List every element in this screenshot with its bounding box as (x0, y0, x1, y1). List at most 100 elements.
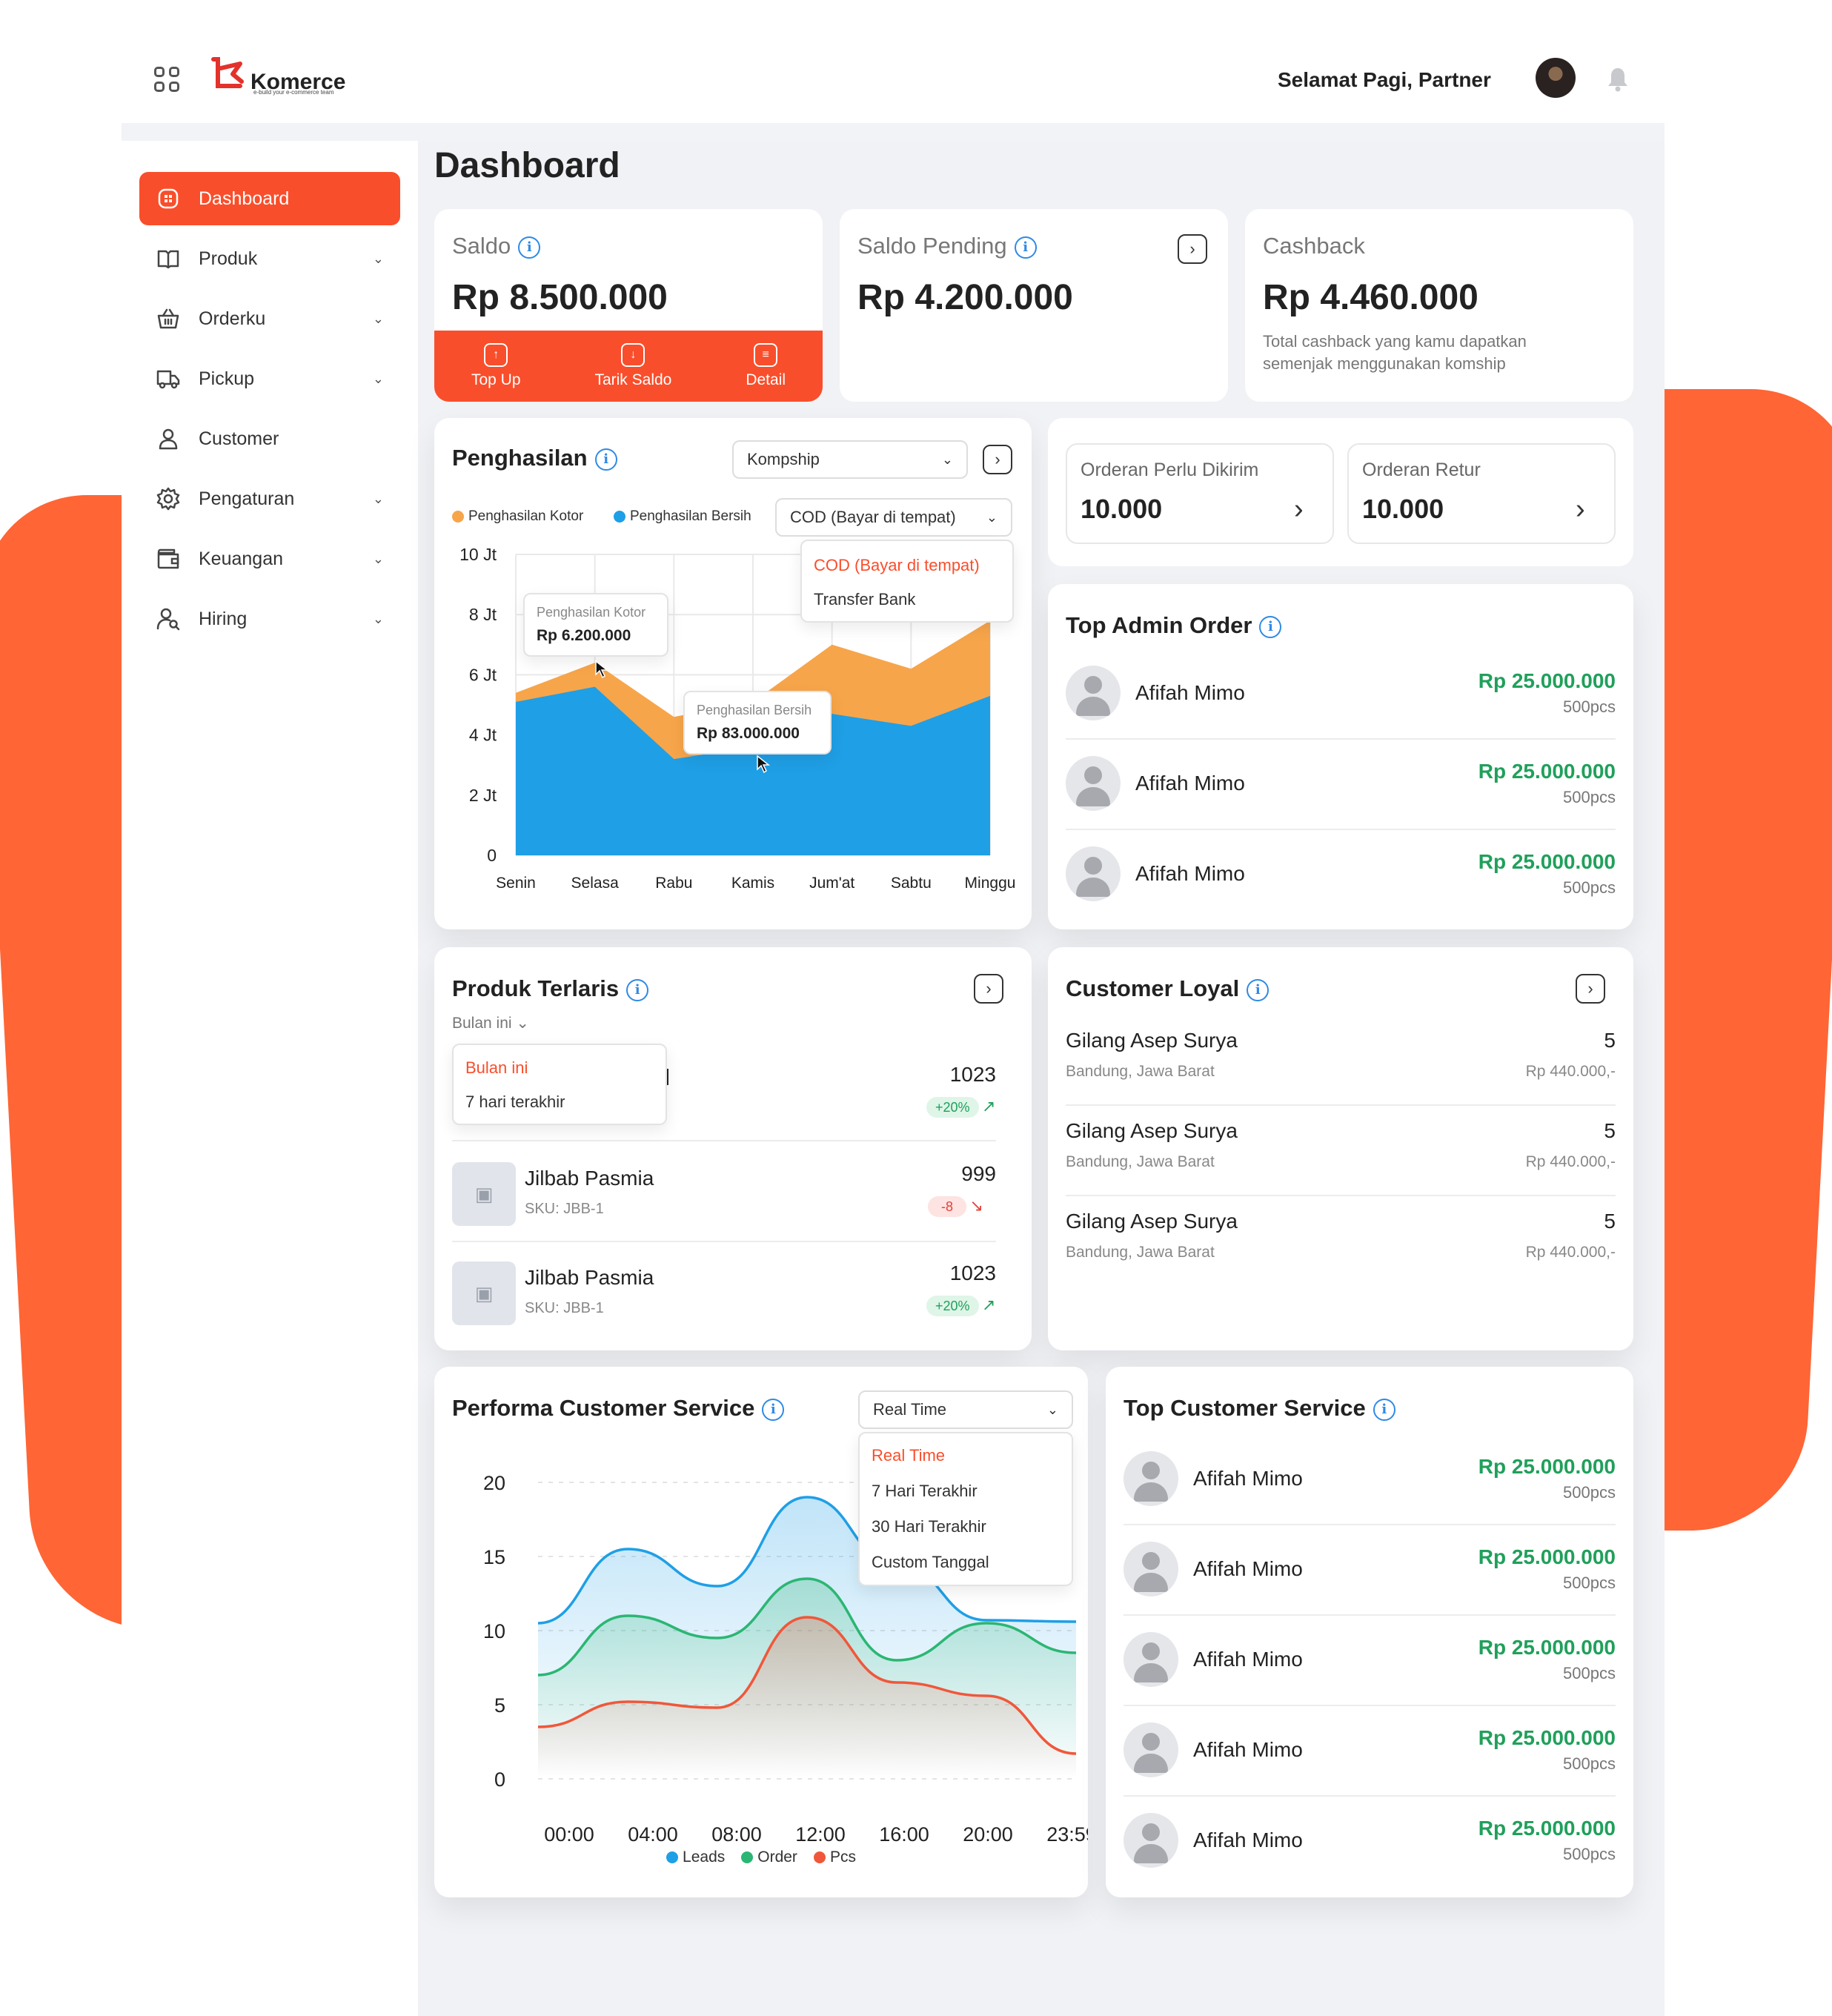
sidebar-item-label: Produk (199, 248, 258, 269)
brand-logo[interactable]: Komerce e-build your e-commerce team (210, 56, 345, 96)
y-tick-label: 8 Jt (469, 605, 497, 624)
basket-icon (156, 306, 181, 331)
person-name: Afifah Mimo (1193, 1738, 1303, 1761)
chevron-right-icon[interactable]: › (1178, 234, 1207, 264)
sidebar-item-dashboard[interactable]: Dashboard (139, 172, 400, 225)
list-item[interactable]: Afifah Mimo Rp 25.000.000 500pcs (1066, 840, 1616, 907)
list-item[interactable]: Afifah Mimo Rp 25.000.000 500pcs (1124, 1445, 1616, 1512)
user-avatar[interactable] (1536, 58, 1576, 98)
info-icon[interactable]: i (1259, 615, 1282, 638)
y-tick-label: 2 Jt (469, 786, 497, 805)
list-item[interactable]: Afifah Mimo Rp 25.000.000 500pcs (1124, 1536, 1616, 1602)
sidebar-item-pickup[interactable]: Pickup ⌄ (139, 352, 400, 405)
top-cs-title: Top Customer Service (1124, 1395, 1366, 1421)
option-bulan-ini[interactable]: Bulan ini (454, 1051, 666, 1085)
option-7-hari[interactable]: 7 Hari Terakhir (860, 1473, 1072, 1509)
info-icon[interactable]: i (762, 1398, 785, 1421)
list-item[interactable]: Afifah Mimo Rp 25.000.000 500pcs (1066, 660, 1616, 726)
product-change: -8 ↘ (928, 1196, 983, 1217)
divider (1124, 1705, 1616, 1706)
person-amount: Rp 25.000.000 (1478, 1636, 1616, 1659)
tooltip-label: Penghasilan Bersih (697, 703, 812, 717)
customer-loyal-title-row: Customer Loyal i (1066, 975, 1270, 1002)
info-icon[interactable]: i (626, 978, 649, 1001)
list-item[interactable]: Gilang Asep Surya Bandung, Jawa Barat 5 … (1066, 1210, 1616, 1273)
performa-cs-title-row: Performa Customer Service i (452, 1395, 785, 1422)
list-item[interactable]: Afifah Mimo Rp 25.000.000 500pcs (1124, 1717, 1616, 1783)
bell-icon[interactable] (1607, 67, 1629, 92)
person-stats: Rp 25.000.000 500pcs (1478, 1817, 1616, 1864)
sidebar-item-keuangan[interactable]: Keuangan ⌄ (139, 532, 400, 586)
saldo-label-row: Saldo i (452, 233, 541, 259)
divider (452, 1140, 996, 1141)
product-name: Jilbab Pasmia (525, 1167, 654, 1190)
divider (1066, 1195, 1616, 1196)
apps-grid-icon[interactable] (154, 67, 179, 92)
payment-method-select[interactable]: COD (Bayar di tempat) ⌄ (775, 498, 1012, 537)
sidebar-item-produk[interactable]: Produk ⌄ (139, 232, 400, 285)
y-tick-label: 6 Jt (469, 665, 497, 684)
user-icon (156, 426, 181, 451)
sidebar-item-label: Keuangan (199, 548, 284, 569)
top-up-button[interactable]: ↑ Top Up (471, 343, 521, 389)
sidebar-item-customer[interactable]: Customer (139, 412, 400, 465)
customer-count: 5 (1604, 1029, 1616, 1052)
x-tick-label: Rabu (655, 875, 692, 892)
chevron-right-icon[interactable]: › (974, 974, 1003, 1004)
person-qty: 500pcs (1563, 1483, 1616, 1502)
info-icon[interactable]: i (1247, 978, 1270, 1001)
sidebar-item-label: Customer (199, 428, 279, 449)
info-icon[interactable]: i (1014, 236, 1037, 259)
saldo-actions: ↑ Top Up ↓ Tarik Saldo ≡ Detail (434, 331, 823, 402)
top-cs-card: Top Customer Service i Afifah Mimo Rp 25.… (1106, 1367, 1633, 1897)
list-item[interactable]: Afifah Mimo Rp 25.000.000 500pcs (1066, 750, 1616, 817)
detail-button[interactable]: ≡ Detail (746, 343, 786, 389)
x-tick-label: Minggu (965, 875, 1016, 892)
x-tick-label: 16:00 (879, 1823, 929, 1846)
info-icon[interactable]: i (1373, 1398, 1395, 1421)
info-icon[interactable]: i (594, 448, 617, 471)
option-real-time[interactable]: Real Time (860, 1438, 1072, 1473)
x-tick-label: Jum'at (809, 875, 854, 892)
period-select[interactable]: Real Time ⌄ (858, 1390, 1073, 1429)
person-qty: 500pcs (1563, 788, 1616, 806)
cashback-card: Cashback Rp 4.460.000 Total cashback yan… (1245, 209, 1633, 402)
person-qty: 500pcs (1563, 697, 1616, 716)
chevron-right-icon[interactable]: › (983, 445, 1012, 474)
person-stats: Rp 25.000.000 500pcs (1478, 1545, 1616, 1593)
period-dropdown: Real Time 7 Hari Terakhir 30 Hari Terakh… (858, 1432, 1073, 1586)
legend-pcs: Pcs (813, 1848, 856, 1866)
option-30-hari[interactable]: 30 Hari Terakhir (860, 1509, 1072, 1545)
list-item[interactable]: Gilang Asep Surya Bandung, Jawa Barat 5 … (1066, 1029, 1616, 1092)
tarik-saldo-button[interactable]: ↓ Tarik Saldo (594, 343, 671, 389)
product-name: Jilbab Pasmia (525, 1266, 654, 1289)
option-cod[interactable]: COD (Bayar di tempat) (802, 548, 1012, 583)
sidebar-item-hiring[interactable]: Hiring ⌄ (139, 592, 400, 646)
option-7-hari[interactable]: 7 hari terakhir (454, 1085, 666, 1119)
list-item[interactable]: Gilang Asep Surya Bandung, Jawa Barat 5 … (1066, 1119, 1616, 1183)
option-custom-tanggal[interactable]: Custom Tanggal (860, 1545, 1072, 1580)
sidebar-item-orderku[interactable]: Orderku ⌄ (139, 292, 400, 345)
product-thumbnail: ▣ (452, 1162, 516, 1226)
top-up-label: Top Up (471, 371, 521, 388)
sidebar-item-pengaturan[interactable]: Pengaturan ⌄ (139, 472, 400, 525)
chevron-right-icon[interactable]: › (1576, 974, 1605, 1004)
legend-swatch (452, 510, 464, 523)
sidebar-item-label: Hiring (199, 608, 248, 629)
legend-swatch (666, 1851, 679, 1864)
orderan-perlu-dikirim-card[interactable]: Orderan Perlu Dikirim 10.000 › (1066, 443, 1334, 544)
avatar (1124, 1722, 1178, 1777)
option-transfer-bank[interactable]: Transfer Bank (802, 583, 1012, 617)
info-icon[interactable]: i (518, 236, 541, 259)
product-sku: SKU: JBB-1 (525, 1201, 604, 1217)
list-item[interactable]: Afifah Mimo Rp 25.000.000 500pcs (1124, 1807, 1616, 1874)
penghasilan-source-select[interactable]: Kompship ⌄ (732, 440, 968, 479)
product-count: 1023 (949, 1261, 996, 1284)
orderan-retur-card[interactable]: Orderan Retur 10.000 › (1347, 443, 1616, 544)
tooltip-penghasilan-bersih: Penghasilan Bersih Rp 83.000.000 (683, 691, 832, 755)
divider (1066, 1104, 1616, 1106)
period-filter[interactable]: Bulan ini ⌄ (452, 1014, 529, 1032)
list-item[interactable]: Afifah Mimo Rp 25.000.000 500pcs (1124, 1626, 1616, 1693)
legend-label: Pcs (829, 1848, 856, 1866)
order-value: 10.000 (1081, 494, 1163, 524)
